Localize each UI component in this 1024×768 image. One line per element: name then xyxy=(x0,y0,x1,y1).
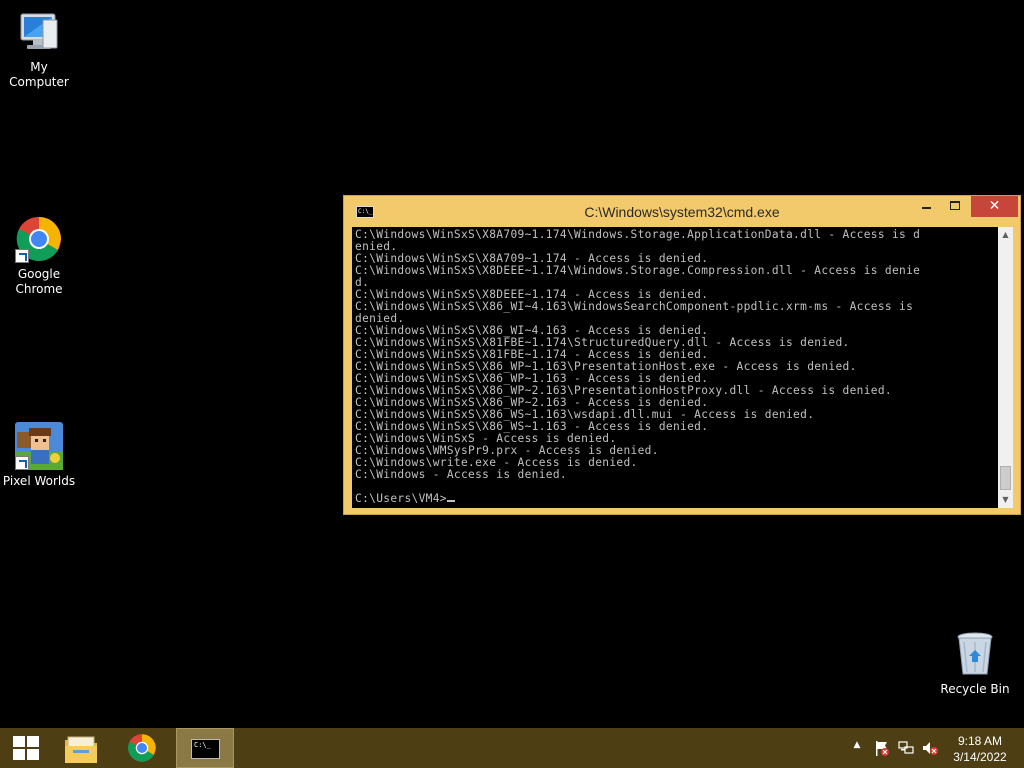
cmd-window[interactable]: C:\_ C:\Windows\system32\cmd.exe ✕ C:\Wi… xyxy=(343,195,1021,515)
console-line: C:\Windows\WinSxS\X8A709~1.174\Windows.S… xyxy=(355,228,921,241)
desktop-icon-google-chrome[interactable]: Google Chrome xyxy=(0,215,78,297)
minimize-icon xyxy=(921,206,931,209)
taskbar-file-explorer[interactable] xyxy=(53,728,109,768)
desktop-icon-label: Recycle Bin xyxy=(940,682,1010,696)
taskbar-clock[interactable]: 9:18 AM 3/14/2022 xyxy=(948,733,1012,765)
desktop-icon-label: Google Chrome xyxy=(15,267,63,296)
taskbar-cmd[interactable]: C:\_ xyxy=(176,728,234,768)
volume-muted-icon[interactable] xyxy=(921,739,939,757)
start-button[interactable] xyxy=(2,728,46,768)
console-line: C:\Windows\WinSxS\X8DEEE~1.174\Windows.S… xyxy=(355,264,921,277)
console-line: C:\Windows - Access is denied. xyxy=(355,468,567,481)
desktop-icon-my-computer[interactable]: My Computer xyxy=(0,8,78,90)
show-hidden-icons-icon[interactable]: ▲ xyxy=(850,740,864,750)
file-explorer-icon xyxy=(65,736,97,763)
console-line: C:\Windows\WinSxS\X86_WI~4.163\WindowsSe… xyxy=(355,300,914,313)
shortcut-arrow-icon xyxy=(15,456,29,470)
maximize-icon xyxy=(950,201,960,210)
desktop-icon-label: My Computer xyxy=(9,60,69,89)
minimize-button[interactable] xyxy=(912,196,940,217)
recycle-bin-icon xyxy=(951,630,999,678)
close-icon: ✕ xyxy=(988,198,1001,214)
pixel-worlds-icon xyxy=(15,422,63,470)
taskbar: C:\_ xyxy=(0,728,1024,768)
desktop-icon-recycle-bin[interactable]: Recycle Bin xyxy=(936,630,1014,697)
scroll-up-arrow-icon[interactable]: ▲ xyxy=(998,227,1013,243)
cmd-icon: C:\_ xyxy=(191,739,220,759)
desktop-icon-pixel-worlds[interactable]: Pixel Worlds xyxy=(0,422,78,489)
clock-time: 9:18 AM xyxy=(957,734,1003,748)
start-icon xyxy=(13,736,40,761)
network-icon[interactable] xyxy=(897,739,915,757)
text-cursor xyxy=(446,500,455,502)
console-prompt: C:\Users\VM4> xyxy=(355,492,447,505)
taskbar-chrome[interactable] xyxy=(115,728,171,768)
clock-date: 3/14/2022 xyxy=(953,750,1007,764)
chrome-icon xyxy=(128,734,156,762)
console-prompt-line[interactable]: C:\Users\VM4> xyxy=(355,493,998,505)
window-titlebar[interactable]: C:\_ C:\Windows\system32\cmd.exe ✕ xyxy=(344,196,1020,226)
desktop-icon-label: Pixel Worlds xyxy=(2,474,76,488)
vertical-scrollbar[interactable]: ▲ ▼ xyxy=(998,227,1013,508)
computer-icon xyxy=(15,8,63,56)
action-center-flag-icon[interactable] xyxy=(873,739,891,757)
shortcut-arrow-icon xyxy=(15,249,29,263)
scroll-thumb[interactable] xyxy=(1000,466,1011,490)
chrome-icon xyxy=(15,215,63,263)
console-output[interactable]: C:\Windows\WinSxS\X8A709~1.174\Windows.S… xyxy=(352,227,998,508)
console-lines: C:\Windows\WinSxS\X8A709~1.174\Windows.S… xyxy=(355,229,998,493)
scroll-down-arrow-icon[interactable]: ▼ xyxy=(998,492,1013,508)
maximize-button[interactable] xyxy=(941,196,969,217)
close-button[interactable]: ✕ xyxy=(971,196,1018,217)
